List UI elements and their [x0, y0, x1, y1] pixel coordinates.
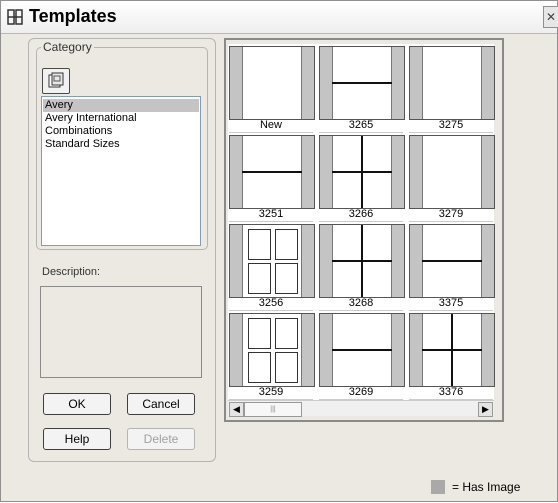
description-label: Description: — [42, 266, 101, 278]
scroll-left-button[interactable]: ◀ — [229, 402, 244, 417]
folder-icon — [48, 72, 64, 88]
template-tile-3265[interactable]: 3265 — [318, 44, 405, 133]
close-icon: ✕ — [545, 10, 557, 24]
close-button[interactable]: ✕ — [543, 6, 558, 28]
horizontal-scrollbar[interactable]: ◀ ||| ▶ — [228, 400, 494, 417]
template-label: New — [229, 119, 313, 133]
template-tile-3266[interactable]: 3266 — [318, 133, 405, 222]
template-thumbnail — [229, 135, 315, 209]
template-label: 3279 — [409, 208, 493, 222]
title-bar: Templates ✕ — [1, 1, 558, 34]
arrow-left-icon: ◀ — [233, 404, 240, 414]
template-thumbnail — [319, 313, 405, 387]
template-tile-3279[interactable]: 3279 — [408, 133, 495, 222]
template-thumbnail — [409, 313, 495, 387]
template-label: 3268 — [319, 297, 403, 311]
template-label: 3275 — [409, 119, 493, 133]
has-image-swatch — [431, 480, 445, 494]
template-thumbnail — [319, 224, 405, 298]
templates-app-icon — [7, 9, 23, 25]
template-thumbnail — [229, 46, 315, 120]
template-tile-3259[interactable]: 3259 — [228, 311, 315, 400]
template-label: 3266 — [319, 208, 403, 222]
template-thumbnail — [229, 224, 315, 298]
delete-button[interactable]: Delete — [127, 428, 195, 450]
scroll-right-button[interactable]: ▶ — [478, 402, 493, 417]
category-item-combinations[interactable]: Combinations — [43, 125, 199, 138]
template-label: 3269 — [319, 386, 403, 400]
template-thumbnail — [319, 46, 405, 120]
template-thumbnail — [319, 135, 405, 209]
template-tile-3376[interactable]: 3376 — [408, 311, 495, 400]
category-folder-button[interactable] — [42, 68, 70, 94]
category-item-standard-sizes[interactable]: Standard Sizes — [43, 138, 199, 151]
description-box — [40, 286, 202, 378]
scroll-thumb[interactable]: ||| — [244, 402, 302, 417]
template-label: 3259 — [229, 386, 313, 400]
category-item-avery[interactable]: Avery — [43, 99, 199, 112]
template-label: 3265 — [319, 119, 403, 133]
template-thumbnail — [229, 313, 315, 387]
template-tile-new[interactable]: New — [228, 44, 315, 133]
template-tile-3375[interactable]: 3375 — [408, 222, 495, 311]
has-image-legend: = Has Image — [452, 480, 521, 494]
category-list[interactable]: Avery Avery International Combinations S… — [41, 96, 201, 246]
template-tile-3269[interactable]: 3269 — [318, 311, 405, 400]
arrow-right-icon: ▶ — [482, 404, 489, 414]
help-button[interactable]: Help — [43, 428, 111, 450]
cancel-button[interactable]: Cancel — [127, 393, 195, 415]
template-tile-3251[interactable]: 3251 — [228, 133, 315, 222]
template-thumbnail — [409, 224, 495, 298]
template-label: 3251 — [229, 208, 313, 222]
grip-icon: ||| — [270, 406, 276, 413]
template-thumbnail — [409, 135, 495, 209]
template-tile-3275[interactable]: 3275 — [408, 44, 495, 133]
template-grid: New 3265 3275 3251 3266 3279 3256 3268 3… — [228, 44, 495, 400]
category-item-avery-international[interactable]: Avery International — [43, 112, 199, 125]
template-thumbnail — [409, 46, 495, 120]
template-label: 3376 — [409, 386, 493, 400]
category-legend: Category — [43, 40, 92, 54]
window-title: Templates — [29, 6, 117, 26]
template-tile-3268[interactable]: 3268 — [318, 222, 405, 311]
ok-button[interactable]: OK — [43, 393, 111, 415]
template-label: 3375 — [409, 297, 493, 311]
template-tile-3256[interactable]: 3256 — [228, 222, 315, 311]
template-label: 3256 — [229, 297, 313, 311]
